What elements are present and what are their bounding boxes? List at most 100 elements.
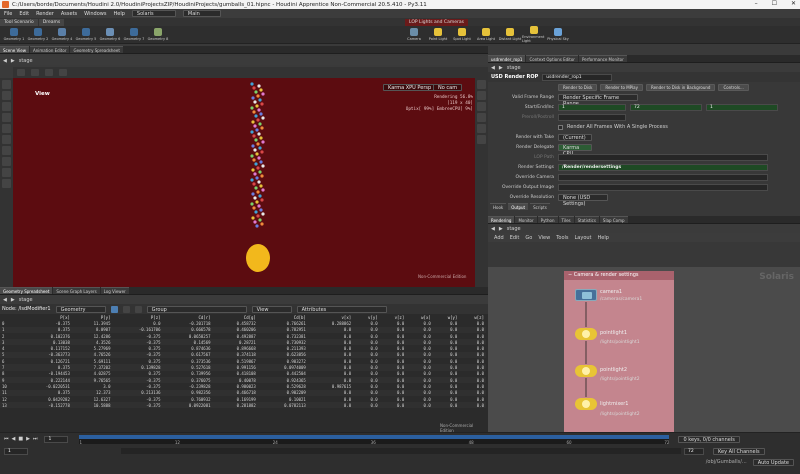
attributes-field[interactable]: Attributes [296, 305, 387, 313]
network-view[interactable]: Solaris − Camera & render settings camer… [488, 267, 800, 432]
auto-update-select[interactable]: Auto Update [752, 458, 794, 466]
shelf-tool-7[interactable]: Geometry 8 [146, 28, 170, 41]
close-button[interactable]: ✕ [791, 0, 796, 7]
menu-assets[interactable]: Assets [61, 11, 77, 17]
tab-rendering[interactable]: Rendering [488, 216, 515, 223]
overlay-icon[interactable] [477, 124, 486, 133]
maximize-button[interactable]: ☐ [772, 0, 777, 7]
right-path[interactable]: stage [507, 65, 521, 71]
primitives-icon[interactable] [134, 305, 142, 313]
grid-icon[interactable] [477, 113, 486, 122]
shelf-point-light[interactable]: Point Light [426, 28, 450, 41]
inc-frame-field[interactable]: 1 [706, 103, 778, 111]
render-delegate-select[interactable]: Karma CPU [558, 143, 592, 157]
camera-select[interactable]: No cam [433, 84, 463, 91]
tab-geometry-spreadsheet[interactable]: Geometry Spreadsheet [70, 46, 123, 53]
back-icon[interactable]: ◀ [491, 65, 495, 71]
back-icon[interactable]: ◀ [491, 226, 495, 232]
path-field[interactable]: stage [19, 58, 33, 64]
network-path[interactable]: stage [507, 226, 521, 232]
minimize-button[interactable]: – [755, 0, 758, 7]
tab-scene-view[interactable]: Scene View [0, 46, 29, 53]
snap-toggle-icon[interactable] [2, 179, 11, 188]
tab-usdrender-rop1[interactable]: usdrender_rop1 [488, 55, 526, 62]
back-icon[interactable]: ◀ [3, 297, 7, 303]
menu-render[interactable]: Render [36, 11, 54, 17]
tab-animation-editor[interactable]: Animation Editor [29, 46, 70, 53]
light-view-icon[interactable] [2, 168, 11, 177]
tab-scene-graph-layers[interactable]: Scene Graph Layers [53, 287, 100, 294]
shelf-tool-4[interactable]: Geometry 5 [74, 28, 98, 41]
node-name-field[interactable]: usdrender_rop1 [542, 73, 613, 81]
forward-icon[interactable]: ▶ [499, 65, 503, 71]
tab-statistics[interactable]: Statistics [574, 216, 599, 223]
shelf-tab-lop-lights[interactable]: LOP Lights and Cameras [405, 18, 468, 26]
shading-icon[interactable] [477, 91, 486, 100]
tab-python[interactable]: Python [537, 216, 558, 223]
shelf-spot-light[interactable]: Spot Light [450, 28, 474, 41]
start-field[interactable]: 1 [4, 447, 28, 455]
points-icon[interactable] [110, 305, 118, 313]
forward-icon[interactable]: ▶ [11, 58, 15, 64]
main-select[interactable]: Main [182, 10, 221, 17]
timeline-bar[interactable]: 1 12 24 36 48 60 72 [79, 434, 670, 445]
render-to-disk-button[interactable]: Render to Disk [558, 83, 598, 91]
override-camera-field[interactable] [558, 173, 768, 181]
jump-end-icon[interactable]: ⏭ [33, 436, 38, 442]
stop-icon[interactable]: ■ [18, 436, 23, 442]
override-output-field[interactable] [558, 183, 768, 191]
keys-channels-select[interactable]: 0 keys, 0/0 channels [678, 435, 740, 443]
renderer-select[interactable]: Karma XPU Persp [383, 84, 437, 91]
tab-monitor[interactable]: Monitor [515, 216, 537, 223]
shelf-tool-5[interactable]: Geometry 6 [98, 28, 122, 41]
tab-log-viewer[interactable]: Log Viewer [100, 287, 129, 294]
back-icon[interactable]: ◀ [3, 58, 7, 64]
render-background-button[interactable]: Render to Disk in Background [645, 83, 716, 91]
shelf-tool-1[interactable]: Geometry 1 [2, 28, 26, 41]
shelf-tab-tool-scenario[interactable]: Tool Scenario [0, 18, 38, 26]
shelf-environment-light[interactable]: Environment Light [522, 26, 546, 43]
background-icon[interactable] [477, 135, 486, 144]
tab-geometry-spreadsheet-2[interactable]: Geometry Spreadsheet [0, 287, 53, 294]
render-to-mplay-button[interactable]: Render to MPlay [600, 83, 643, 91]
move-icon[interactable] [2, 91, 11, 100]
net-menu-help[interactable]: Help [598, 235, 609, 241]
pin-icon[interactable] [59, 69, 67, 76]
net-menu-view[interactable]: View [538, 235, 550, 241]
snap-icon[interactable] [45, 69, 53, 76]
lighting-icon[interactable] [477, 102, 486, 111]
viewport[interactable]: View Karma XPU Persp No cam Rendering 56… [13, 78, 475, 287]
select-icon[interactable] [2, 80, 11, 89]
camera-view-icon[interactable] [2, 157, 11, 166]
spreadsheet-path[interactable]: stage [19, 297, 33, 303]
render-settings-field[interactable]: /Render/rendersettings [558, 163, 768, 171]
shelf-physical-sky[interactable]: Physical Sky [546, 28, 570, 41]
lop-path-field[interactable] [558, 153, 768, 161]
shelf-tool-3[interactable]: Geometry 4 [50, 28, 74, 41]
tab-scripts[interactable]: Scripts [530, 202, 550, 210]
net-menu-edit[interactable]: Edit [510, 235, 520, 241]
menu-edit[interactable]: Edit [19, 11, 29, 17]
shelf-tab-dreams[interactable]: Dreams [38, 18, 65, 26]
menu-file[interactable]: File [4, 11, 12, 17]
net-menu-tools[interactable]: Tools [556, 235, 568, 241]
net-menu-go[interactable]: Go [525, 235, 532, 241]
handle-icon[interactable] [2, 124, 11, 133]
desktop-select[interactable]: Solaris [131, 10, 176, 17]
render-take-select[interactable]: (Current) [558, 133, 592, 141]
jump-start-icon[interactable]: ⏮ [4, 436, 9, 442]
vertices-icon[interactable] [122, 305, 130, 313]
key-all-channels-select[interactable]: Key All Channels [713, 447, 765, 455]
tab-hook[interactable]: Hook [490, 202, 507, 210]
menu-help[interactable]: Help [113, 11, 124, 17]
forward-icon[interactable]: ▶ [11, 297, 15, 303]
scale-icon[interactable] [2, 113, 11, 122]
transform-tool-icon[interactable] [31, 69, 39, 76]
shelf-tool-6[interactable]: Geometry 7 [122, 28, 146, 41]
net-menu-add[interactable]: Add [494, 235, 504, 241]
display-options-icon[interactable] [477, 80, 486, 89]
forward-icon[interactable]: ▶ [499, 226, 503, 232]
range-slider[interactable] [121, 448, 681, 454]
rotate-icon[interactable] [2, 102, 11, 111]
shelf-tool-2[interactable]: Geometry 2 [26, 28, 50, 41]
